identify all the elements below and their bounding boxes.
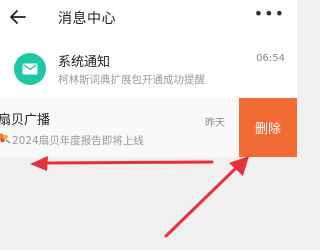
message-time: 06:54 <box>256 53 285 64</box>
annotation-arrow-up <box>164 166 238 238</box>
back-arrow-icon[interactable] <box>9 8 27 26</box>
message-subtitle: 2024扇贝年度报告即将上线 <box>12 135 144 147</box>
message-time: 昨天 <box>205 118 225 129</box>
mail-avatar <box>14 53 46 85</box>
message-subtitle: 柯林斯词典扩展包开通成功提醒 <box>58 74 205 86</box>
message-item-system[interactable]: 系统通知 柯林斯词典扩展包开通成功提醒 06:54 <box>0 37 297 98</box>
annotation-arrow-left <box>44 160 214 165</box>
annotation-arrowhead-left <box>30 156 48 171</box>
more-icon[interactable]: ••• <box>254 6 285 22</box>
message-title: 系统通知 <box>58 55 111 70</box>
header-bar: 消息中心 ••• <box>0 0 297 37</box>
page-title: 消息中心 <box>58 11 116 27</box>
delete-button[interactable]: 删除 <box>239 98 297 157</box>
mail-icon <box>22 63 38 75</box>
annotation-arrowhead-up <box>229 156 249 176</box>
message-item-shanbei[interactable]: 扇贝广播 2024扇贝年度报告即将上线 昨天 <box>0 98 239 157</box>
flower-icon <box>0 133 11 144</box>
message-title: 扇贝广播 <box>0 113 51 128</box>
